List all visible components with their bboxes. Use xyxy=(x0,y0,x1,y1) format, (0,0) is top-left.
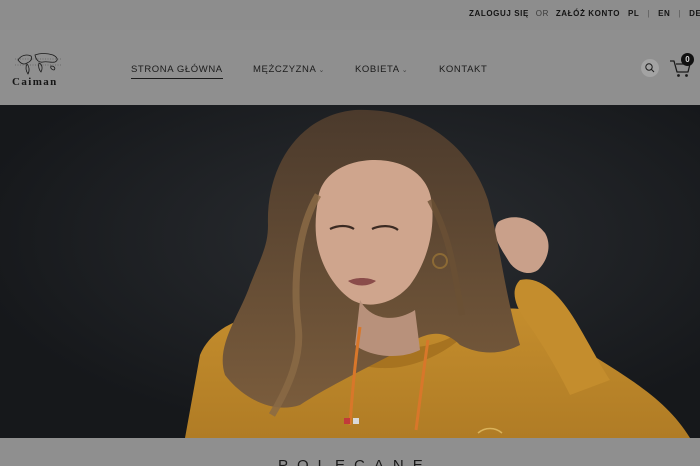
slider-dot-active[interactable] xyxy=(344,418,350,424)
hero-slider[interactable] xyxy=(0,105,700,438)
section-title-featured: POLECANE xyxy=(278,457,432,466)
nav-label: KOBIETA xyxy=(355,64,400,75)
lang-de[interactable]: DE xyxy=(689,9,700,18)
account-links: ZALOGUJ SIĘ OR ZAŁÓŻ KONTO xyxy=(469,9,620,18)
nav-label: KONTAKT xyxy=(439,64,488,75)
hero-image xyxy=(0,105,700,438)
nav-item-women[interactable]: KOBIETA ⌄ xyxy=(355,64,408,75)
nav-label: STRONA GŁÓWNA xyxy=(131,64,223,75)
world-map-icon xyxy=(15,53,61,75)
lang-separator: | xyxy=(647,9,651,18)
logo-text: Caiman xyxy=(12,76,58,88)
language-switcher: PL | EN | DE xyxy=(628,9,700,18)
top-utility-bar: ZALOGUJ SIĘ OR ZAŁÓŻ KONTO PL | EN | DE xyxy=(0,0,700,30)
slider-dot[interactable] xyxy=(353,418,359,424)
search-icon xyxy=(645,63,655,73)
login-link[interactable]: ZALOGUJ SIĘ xyxy=(469,9,529,18)
site-logo[interactable]: Caiman xyxy=(10,50,66,90)
or-label: OR xyxy=(535,9,549,18)
main-header: Caiman STRONA GŁÓWNA MĘŻCZYZNA ⌄ KOBIETA ⌄… xyxy=(0,30,700,105)
nav-item-home[interactable]: STRONA GŁÓWNA xyxy=(131,64,223,79)
register-link[interactable]: ZAŁÓŻ KONTO xyxy=(556,9,620,18)
nav-label: MĘŻCZYZNA xyxy=(253,64,317,75)
lang-en[interactable]: EN xyxy=(658,9,670,18)
chevron-down-icon: ⌄ xyxy=(318,67,325,74)
search-button[interactable] xyxy=(641,59,659,77)
lang-separator: | xyxy=(678,9,682,18)
nav-item-men[interactable]: MĘŻCZYZNA ⌄ xyxy=(253,64,325,75)
cart-count-badge: 0 xyxy=(681,53,694,66)
lang-pl[interactable]: PL xyxy=(628,9,639,18)
chevron-down-icon: ⌄ xyxy=(401,67,409,74)
nav-item-contact[interactable]: KONTAKT xyxy=(439,64,487,75)
